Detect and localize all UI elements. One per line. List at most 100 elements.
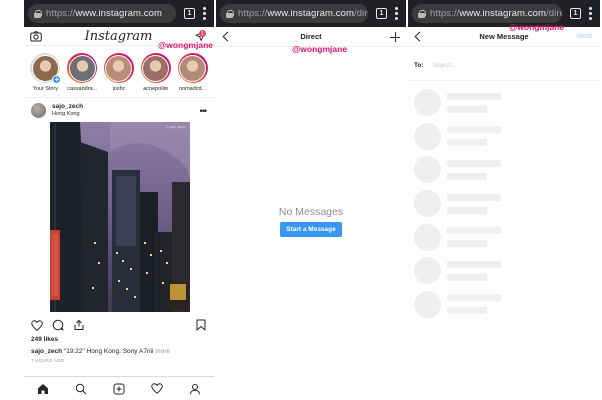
placeholder-avatar <box>414 290 441 318</box>
search-icon[interactable] <box>75 383 87 395</box>
feed-header: Instagram 1 @wongmjane <box>24 27 214 50</box>
story-item[interactable]: acnepolite <box>140 53 171 92</box>
placeholder-line <box>447 260 501 268</box>
avatar[interactable] <box>31 102 46 118</box>
photo-credit: © sajo_zech <box>165 125 185 129</box>
recipient-search-input[interactable]: Search... <box>433 63 457 69</box>
browser-menu-icon[interactable] <box>395 7 398 20</box>
placeholder-row <box>408 86 600 120</box>
placeholder-line <box>447 159 501 167</box>
story-username: joshc <box>112 86 126 92</box>
story-item[interactable]: cassandra... <box>67 53 98 92</box>
placeholder-line <box>447 172 487 180</box>
story-item[interactable]: nomadcd... <box>177 53 208 92</box>
placeholder-line <box>447 206 487 214</box>
url-text: https://www.instagram.com/direct/in <box>238 8 368 19</box>
placeholder-line <box>447 105 487 113</box>
placeholder-line <box>447 227 501 235</box>
placeholder-line <box>447 193 501 201</box>
watermark: @wongmjane <box>157 40 213 50</box>
story-username: nomadcd... <box>178 86 207 92</box>
browser-menu-icon[interactable] <box>589 7 592 20</box>
tab-switcher-button[interactable]: 1 <box>376 8 387 19</box>
post-actions <box>24 315 214 335</box>
story-username: Your Story <box>32 86 59 92</box>
feed-screen: https://www.instagram.com 1 Instagram 1 … <box>24 0 214 400</box>
url-text: https://www.instagram.com/direct/n <box>430 8 562 19</box>
browser-toolbar: https://www.instagram.com 1 <box>24 0 214 27</box>
placeholder-avatar <box>414 190 441 218</box>
activity-heart-icon[interactable] <box>151 383 163 394</box>
instagram-logo: Instagram <box>84 28 153 44</box>
home-icon[interactable] <box>37 383 49 395</box>
placeholder-line <box>447 307 487 315</box>
tab-switcher-button[interactable]: 1 <box>184 8 195 19</box>
profile-icon[interactable] <box>189 383 201 395</box>
lock-icon <box>226 9 234 18</box>
post-location[interactable]: Hong Kong <box>52 111 83 118</box>
page-title: Direct <box>300 32 322 41</box>
placeholder-line <box>447 92 501 100</box>
story-avatar <box>177 53 208 83</box>
lock-icon <box>34 9 42 18</box>
story-username: cassandra... <box>67 86 98 92</box>
new-message-screen: https://www.instagram.com/direct/n 1 @wo… <box>408 0 600 400</box>
placeholder-line <box>447 139 487 147</box>
city-night-illustration <box>50 122 190 312</box>
placeholder-avatar <box>414 156 441 184</box>
back-chevron-icon[interactable] <box>222 31 233 42</box>
bottom-nav <box>24 376 214 400</box>
browser-toolbar: https://www.instagram.com/direct/n 1 <box>408 0 600 27</box>
post-username[interactable]: sajo_zech <box>52 102 83 111</box>
new-message-plus-icon[interactable] <box>390 32 400 42</box>
tab-switcher-button[interactable]: 1 <box>570 8 581 19</box>
story-avatar <box>67 53 98 83</box>
watermark: @wongmjane <box>292 44 348 54</box>
recipient-row: To: Search... <box>408 51 600 81</box>
placeholder-avatar <box>414 223 441 251</box>
post-timestamp: 7 HOURS AGO <box>31 358 65 363</box>
story-item[interactable]: + Your Story <box>30 53 62 92</box>
placeholder-row <box>408 153 600 187</box>
url-text: https://www.instagram.com <box>46 8 163 19</box>
placeholder-line <box>447 294 501 302</box>
address-bar[interactable]: https://www.instagram.com/direct/n <box>412 4 562 23</box>
like-heart-icon[interactable] <box>31 319 43 331</box>
empty-state: No Messages Start a Message <box>216 206 406 237</box>
suggestion-list-loading <box>408 81 600 321</box>
to-label: To: <box>414 62 424 69</box>
new-post-icon[interactable] <box>113 383 125 395</box>
placeholder-avatar <box>414 89 441 117</box>
like-count[interactable]: 249 likes <box>24 335 214 345</box>
placeholder-row <box>408 288 600 322</box>
browser-menu-icon[interactable] <box>203 7 206 20</box>
share-icon[interactable] <box>73 319 85 331</box>
placeholder-line <box>447 126 501 134</box>
bookmark-icon[interactable] <box>196 319 206 331</box>
direct-screen: https://www.instagram.com/direct/in 1 Di… <box>216 0 406 400</box>
next-button[interactable]: Next <box>577 33 592 40</box>
caption-username[interactable]: sajo_zech <box>31 348 62 355</box>
address-bar[interactable]: https://www.instagram.com/direct/in <box>220 4 368 23</box>
caption-text: "19:22" Hong Kong. Sony A7riii <box>63 348 154 355</box>
browser-toolbar: https://www.instagram.com/direct/in 1 <box>216 0 406 27</box>
back-chevron-icon[interactable] <box>414 31 425 42</box>
placeholder-line <box>447 240 487 248</box>
placeholder-row <box>408 220 600 254</box>
start-message-button[interactable]: Start a Message <box>280 222 342 237</box>
empty-state-title: No Messages <box>278 206 344 218</box>
more-options-icon[interactable]: ••• <box>200 106 208 116</box>
lock-icon <box>418 9 426 18</box>
stories-tray: + Your Story cassandra... joshc acnepolite no… <box>24 46 214 98</box>
placeholder-avatar <box>414 122 441 150</box>
story-item[interactable]: joshc <box>103 53 135 92</box>
comment-icon[interactable] <box>52 319 64 331</box>
post-header: sajo_zech Hong Kong ••• <box>24 98 214 122</box>
page-title: New Message <box>479 32 529 41</box>
address-bar[interactable]: https://www.instagram.com <box>28 4 176 23</box>
placeholder-avatar <box>414 257 441 285</box>
camera-icon[interactable] <box>30 30 42 42</box>
caption-more-link[interactable]: more <box>155 348 170 355</box>
post-photo[interactable]: © sajo_zech <box>50 122 190 312</box>
placeholder-row <box>408 120 600 154</box>
